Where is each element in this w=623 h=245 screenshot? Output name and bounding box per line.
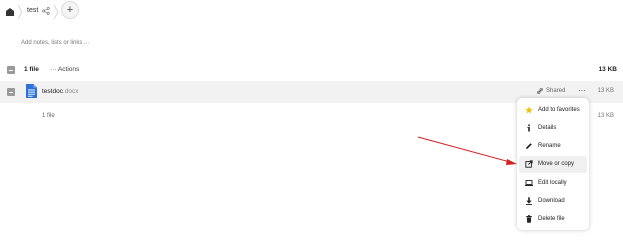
menu-item-label: Edit locally — [538, 180, 567, 186]
chevron-right-icon — [53, 4, 59, 20]
menu-item-label: Move or copy — [538, 161, 575, 167]
select-all-checkbox[interactable] — [7, 66, 15, 74]
breadcrumb: test + — [0, 0, 623, 24]
breadcrumb-folder[interactable]: test — [27, 7, 38, 14]
move-copy-icon — [525, 160, 533, 168]
summary-total-size: 13 KB — [597, 113, 614, 119]
summary-file-count: 1 file — [42, 113, 55, 119]
file-list-header: 1 file ··· Actions 13 KB — [0, 62, 623, 78]
star-icon — [525, 106, 533, 114]
menu-item-label: Rename — [538, 143, 561, 149]
menu-item-move-or-copy[interactable]: Move or copy — [519, 156, 587, 173]
files-app: test + Add notes, lists or links ... 1 f… — [0, 0, 623, 245]
download-icon — [525, 197, 533, 205]
chevron-right-icon — [17, 4, 23, 20]
more-actions-button[interactable]: ··· — [576, 86, 588, 98]
file-extension: .docx — [62, 88, 79, 95]
row-checkbox[interactable] — [7, 88, 15, 96]
plus-icon: + — [66, 4, 74, 16]
actions-menu-button[interactable]: ··· Actions — [50, 66, 79, 73]
file-name[interactable]: testdoc.docx — [42, 88, 79, 95]
menu-item-rename[interactable]: Rename — [519, 138, 587, 155]
menu-item-edit-locally[interactable]: Edit locally — [519, 175, 587, 192]
header-file-count: 1 file — [24, 66, 39, 73]
laptop-icon — [525, 179, 533, 187]
actions-label: Actions — [57, 66, 80, 73]
menu-item-label: Details — [538, 125, 557, 131]
menu-item-label: Delete file — [538, 216, 565, 222]
shared-button[interactable]: Shared — [537, 88, 565, 94]
menu-item-download[interactable]: Download — [519, 193, 587, 210]
menu-item-add-to-favorites[interactable]: Add to favorites — [519, 102, 587, 119]
pencil-icon — [525, 142, 533, 150]
file-size: 13 KB — [597, 88, 614, 94]
shared-label: Shared — [546, 88, 566, 94]
trash-icon — [525, 215, 533, 223]
ellipsis-icon: ··· — [50, 66, 58, 73]
home-icon[interactable] — [5, 7, 15, 17]
document-icon — [26, 84, 37, 98]
info-icon — [525, 124, 533, 132]
file-actions-menu: Add to favorites Details Rename Move or … — [517, 98, 589, 230]
link-icon — [537, 88, 543, 94]
file-basename: testdoc — [42, 88, 63, 95]
header-total-size: 13 KB — [598, 66, 617, 73]
share-icon[interactable] — [42, 7, 50, 15]
menu-item-label: Download — [538, 198, 565, 204]
new-button[interactable]: + — [61, 1, 79, 19]
ellipsis-icon: ··· — [578, 86, 586, 95]
menu-item-details[interactable]: Details — [519, 120, 587, 137]
menu-item-delete-file[interactable]: Delete file — [519, 211, 587, 228]
notes-placeholder[interactable]: Add notes, lists or links ... — [21, 40, 89, 46]
menu-item-label: Add to favorites — [538, 107, 580, 113]
